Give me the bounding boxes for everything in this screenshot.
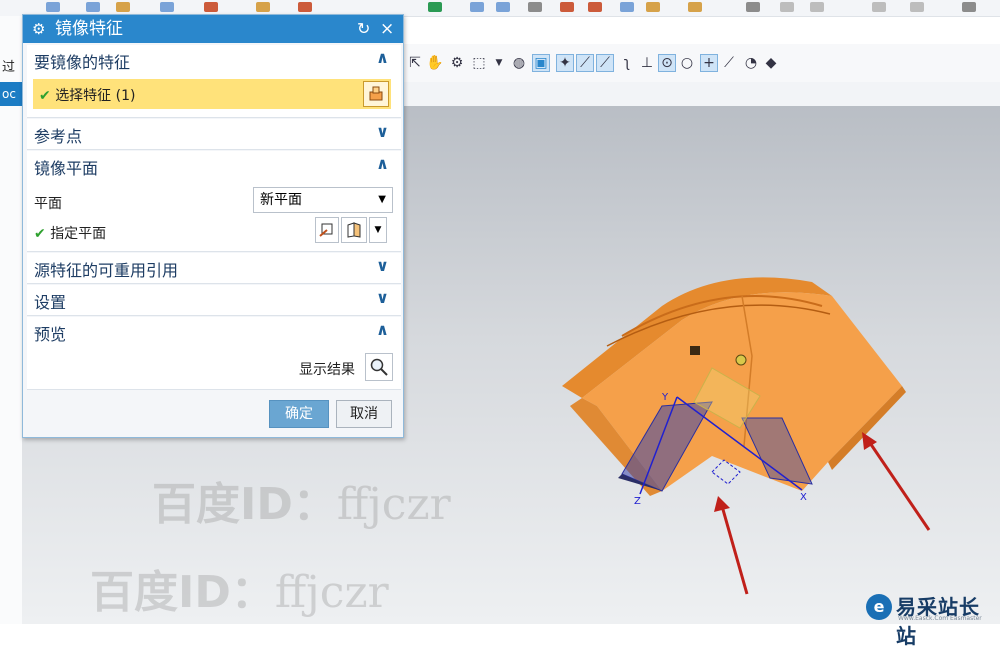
select-feature-button[interactable] bbox=[363, 81, 389, 107]
plane-dialog-icon bbox=[319, 223, 333, 237]
intersection-icon[interactable]: ⊥ bbox=[638, 54, 656, 72]
chevron-down-icon[interactable]: ∨ bbox=[376, 122, 389, 141]
section-features: 要镜像的特征 ∧ ✔ 选择特征 (1) bbox=[27, 45, 401, 118]
datum-plane-icon bbox=[347, 222, 361, 238]
solid-body-icon[interactable]: ▣ bbox=[532, 54, 550, 72]
logo-icon: e bbox=[866, 594, 892, 620]
filter-icon[interactable]: ⚙ bbox=[448, 54, 466, 72]
viewport-tab-bar bbox=[404, 82, 1000, 107]
shaded-solid-icon[interactable]: ◍ bbox=[510, 54, 528, 72]
annotation-arrow-right bbox=[862, 432, 931, 531]
watermark-2: 百度ID：ffjczr bbox=[90, 567, 389, 618]
ok-button[interactable]: 确定 bbox=[269, 400, 329, 428]
point-on-face-icon[interactable]: ◔ bbox=[742, 54, 760, 72]
existing-point-icon[interactable]: + bbox=[700, 54, 718, 72]
feature-icon bbox=[369, 86, 383, 101]
axis-z-label: Z bbox=[634, 496, 641, 507]
dialog-title: 镜像特征 bbox=[55, 19, 123, 39]
bounded-grid-icon[interactable]: ◆ bbox=[762, 54, 780, 72]
section-mirror-plane: 镜像平面 ∧ 平面 新平面 ▼ ✔ 指定平面 ▼ bbox=[27, 151, 401, 252]
chevron-up-icon[interactable]: ∧ bbox=[376, 48, 389, 67]
section-mirror-plane-header[interactable]: 镜像平面 ∧ bbox=[27, 151, 401, 181]
plane-type-dropdown[interactable]: ▼ bbox=[369, 217, 387, 243]
quadrant-icon[interactable]: ○ bbox=[678, 54, 696, 72]
check-icon: ✔ bbox=[39, 88, 51, 104]
section-reference-point[interactable]: 参考点 ∨ bbox=[27, 119, 401, 150]
reset-icon[interactable]: ↻ bbox=[357, 15, 370, 43]
arc-center-icon[interactable]: ⊙ bbox=[658, 54, 676, 72]
plane-dialog-button[interactable] bbox=[315, 217, 339, 243]
chevron-up-icon[interactable]: ∧ bbox=[376, 154, 389, 173]
point-on-curve-icon[interactable]: ⟋ bbox=[720, 54, 738, 72]
selection-toolbar: ⇱ ✋ ⚙ ⬚ ▼ ◍ ▣ ✦ ⟋ ⟋ ʅ ⊥ ⊙ ○ + ⟋ ◔ ◆ bbox=[404, 44, 1000, 82]
control-point-icon[interactable]: ʅ bbox=[618, 54, 636, 72]
plane-select[interactable]: 新平面 ▼ bbox=[253, 187, 393, 213]
section-settings[interactable]: 设置 ∨ bbox=[27, 285, 401, 316]
annotation-arrow-left bbox=[714, 496, 749, 595]
specify-plane-label: 指定平面 bbox=[50, 226, 107, 242]
gear-icon[interactable]: ⚙ bbox=[32, 15, 45, 43]
mid-point-icon[interactable]: ⟋ bbox=[596, 54, 614, 72]
plane-type-button[interactable] bbox=[341, 217, 367, 243]
show-result-label: 显示结果 bbox=[299, 362, 355, 378]
mirror-feature-dialog: ⚙ 镜像特征 ↻ × 要镜像的特征 ∧ ✔ 选择特征 (1) 参考点 ∨ 镜像平… bbox=[22, 14, 404, 438]
chevron-down-icon: ▼ bbox=[378, 194, 386, 205]
pick-arrow-icon[interactable]: ⇱ bbox=[406, 54, 424, 72]
chevron-down-icon[interactable]: ∨ bbox=[376, 256, 389, 275]
section-reusable-refs[interactable]: 源特征的可重用引用 ∨ bbox=[27, 253, 401, 284]
chevron-down-icon[interactable]: ∨ bbox=[376, 288, 389, 307]
section-features-header[interactable]: 要镜像的特征 ∧ bbox=[27, 45, 401, 75]
left-strip-tab[interactable]: oc bbox=[0, 82, 22, 106]
left-strip-label: 过 bbox=[2, 60, 16, 75]
section-preview: 预览 ∧ 显示结果 bbox=[27, 317, 401, 390]
snap-point-icon[interactable]: ✦ bbox=[556, 54, 574, 72]
cancel-button[interactable]: 取消 bbox=[336, 400, 392, 428]
axis-y-label: Y bbox=[661, 392, 669, 403]
end-point-icon[interactable]: ⟋ bbox=[576, 54, 594, 72]
hand-icon[interactable]: ✋ bbox=[426, 54, 444, 72]
site-logo: e 易采站长站 Www.Easck.Com Easmaster bbox=[866, 591, 1000, 648]
chevron-up-icon[interactable]: ∧ bbox=[376, 320, 389, 339]
left-gutter: 过 bbox=[0, 16, 22, 624]
check-icon: ✔ bbox=[34, 226, 46, 242]
section-preview-header[interactable]: 预览 ∧ bbox=[27, 317, 401, 347]
magnifier-icon bbox=[370, 358, 388, 376]
dialog-title-bar[interactable]: ⚙ 镜像特征 ↻ × bbox=[23, 15, 403, 43]
dropdown-arrow-icon[interactable]: ▼ bbox=[490, 54, 508, 72]
axis-x-label: X bbox=[800, 492, 807, 503]
watermark-1: 百度ID：ffjczr bbox=[152, 479, 451, 530]
close-icon[interactable]: × bbox=[380, 15, 394, 43]
rect-select-icon[interactable]: ⬚ bbox=[470, 54, 488, 72]
select-feature-label: 选择特征 (1) bbox=[55, 88, 136, 104]
show-result-button[interactable] bbox=[365, 353, 393, 381]
select-feature-row[interactable]: ✔ 选择特征 (1) bbox=[33, 79, 391, 109]
